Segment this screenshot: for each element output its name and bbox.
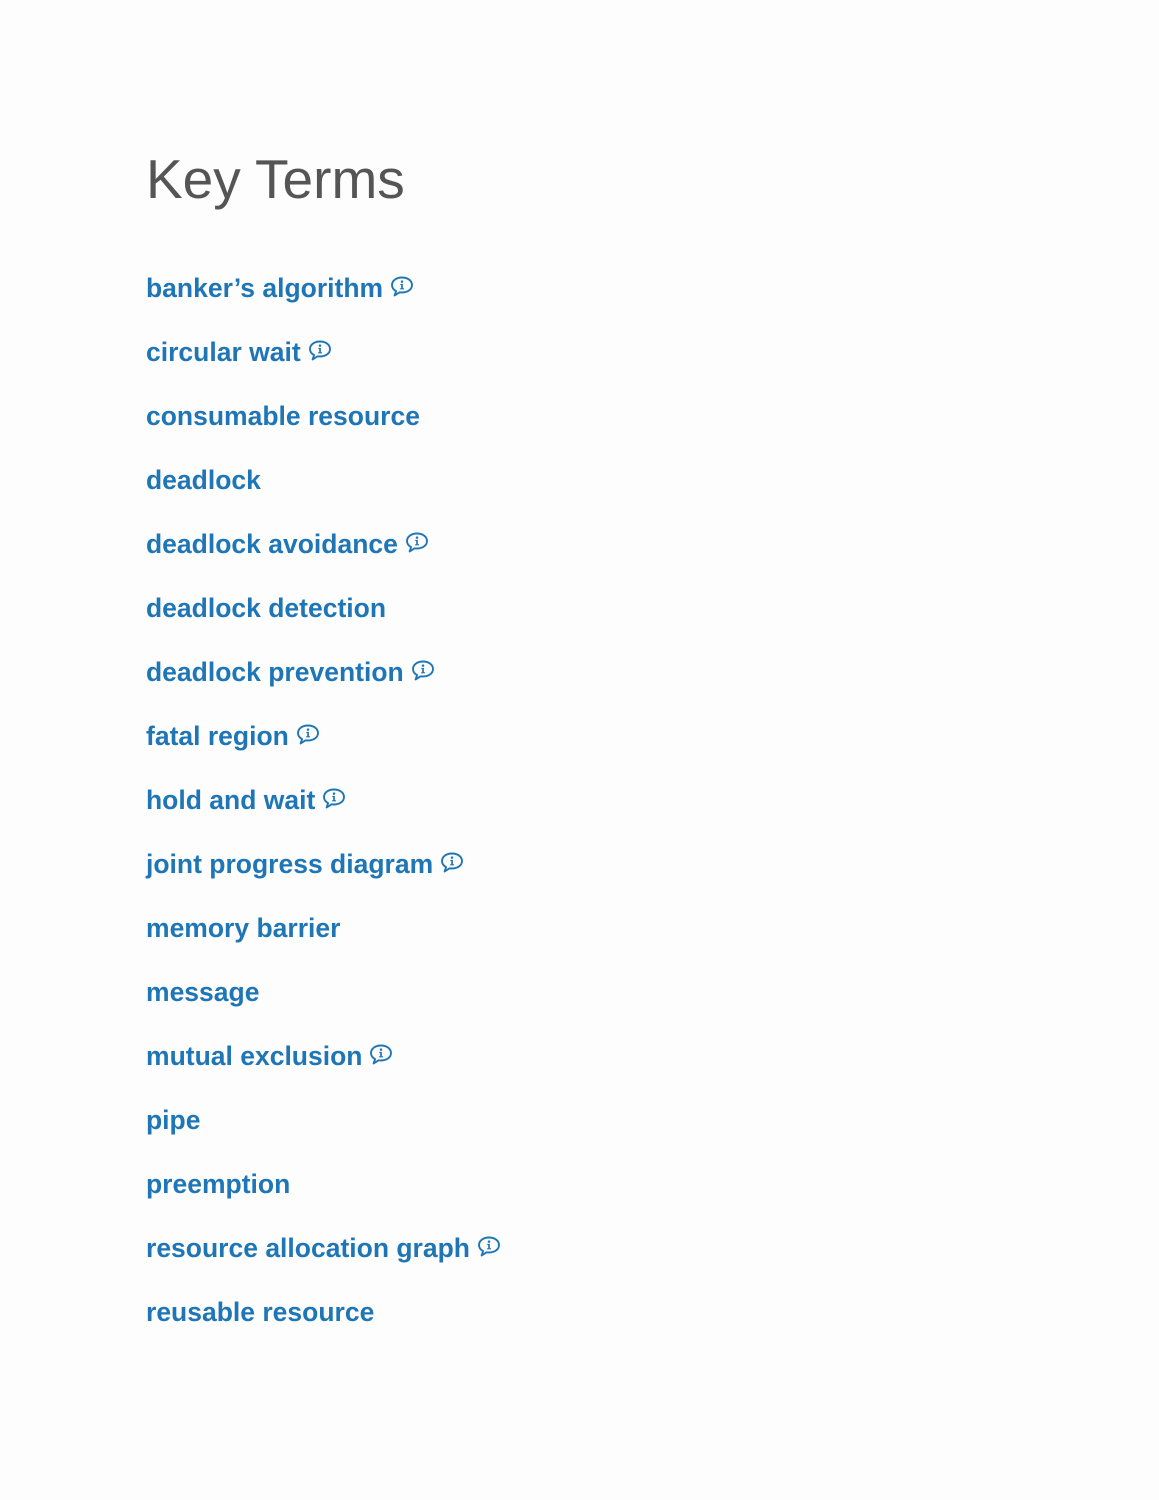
term-item-memory-barrier: memory barrier	[146, 910, 502, 974]
term-link-circular-wait[interactable]: circular wait	[146, 334, 333, 370]
term-link-reusable-resource[interactable]: reusable resource	[146, 1294, 374, 1330]
term-link-consumable-resource[interactable]: consumable resource	[146, 398, 420, 434]
term-label: deadlock	[146, 465, 261, 495]
term-item-deadlock-detection: deadlock detection	[146, 590, 502, 654]
term-link-joint-progress-diagram[interactable]: joint progress diagram	[146, 846, 465, 882]
term-item-reusable-resource: reusable resource	[146, 1294, 502, 1358]
term-link-mutual-exclusion[interactable]: mutual exclusion	[146, 1038, 394, 1074]
term-label: deadlock prevention	[146, 657, 404, 687]
term-link-hold-and-wait[interactable]: hold and wait	[146, 782, 347, 818]
term-item-banker-s-algorithm: banker’s algorithm	[146, 270, 502, 334]
term-link-resource-allocation-graph[interactable]: resource allocation graph	[146, 1230, 502, 1266]
term-label: mutual exclusion	[146, 1041, 363, 1071]
term-label: deadlock detection	[146, 593, 387, 623]
term-item-resource-allocation-graph: resource allocation graph	[146, 1230, 502, 1294]
term-item-mutual-exclusion: mutual exclusion	[146, 1038, 502, 1102]
term-item-deadlock-avoidance: deadlock avoidance	[146, 526, 502, 590]
term-item-hold-and-wait: hold and wait	[146, 782, 502, 846]
term-label: pipe	[146, 1105, 201, 1135]
term-link-pipe[interactable]: pipe	[146, 1102, 200, 1138]
term-item-message: message	[146, 974, 502, 1038]
term-label: banker’s algorithm	[146, 273, 384, 303]
term-link-fatal-region[interactable]: fatal region	[146, 718, 321, 754]
key-terms-list: banker’s algorithm circular wait consuma…	[146, 270, 502, 1358]
info-speech-bubble-icon[interactable]	[404, 531, 430, 555]
term-label: fatal region	[146, 721, 289, 751]
term-item-joint-progress-diagram: joint progress diagram	[146, 846, 502, 910]
term-label: resource allocation graph	[146, 1233, 470, 1263]
term-link-deadlock[interactable]: deadlock	[146, 462, 261, 498]
term-link-banker-s-algorithm[interactable]: banker’s algorithm	[146, 270, 415, 306]
term-label: preemption	[146, 1169, 291, 1199]
term-link-preemption[interactable]: preemption	[146, 1166, 290, 1202]
term-item-deadlock: deadlock	[146, 462, 502, 526]
term-label: joint progress diagram	[146, 849, 434, 879]
term-link-message[interactable]: message	[146, 974, 259, 1010]
info-speech-bubble-icon[interactable]	[389, 275, 415, 299]
info-speech-bubble-icon[interactable]	[439, 851, 465, 875]
term-link-deadlock-prevention[interactable]: deadlock prevention	[146, 654, 436, 690]
info-speech-bubble-icon[interactable]	[476, 1235, 502, 1259]
term-item-circular-wait: circular wait	[146, 334, 502, 398]
term-label: hold and wait	[146, 785, 316, 815]
term-link-deadlock-avoidance[interactable]: deadlock avoidance	[146, 526, 430, 562]
term-item-fatal-region: fatal region	[146, 718, 502, 782]
term-label: reusable resource	[146, 1297, 375, 1327]
term-link-memory-barrier[interactable]: memory barrier	[146, 910, 340, 946]
term-item-consumable-resource: consumable resource	[146, 398, 502, 462]
term-label: message	[146, 977, 260, 1007]
info-speech-bubble-icon[interactable]	[321, 787, 347, 811]
info-speech-bubble-icon[interactable]	[410, 659, 436, 683]
term-label: memory barrier	[146, 913, 341, 943]
page-title: Key Terms	[146, 148, 405, 210]
info-speech-bubble-icon[interactable]	[295, 723, 321, 747]
term-item-pipe: pipe	[146, 1102, 502, 1166]
term-label: consumable resource	[146, 401, 420, 431]
info-speech-bubble-icon[interactable]	[307, 339, 333, 363]
term-item-deadlock-prevention: deadlock prevention	[146, 654, 502, 718]
term-label: circular wait	[146, 337, 301, 367]
term-item-preemption: preemption	[146, 1166, 502, 1230]
term-link-deadlock-detection[interactable]: deadlock detection	[146, 590, 386, 626]
info-speech-bubble-icon[interactable]	[368, 1043, 394, 1067]
term-label: deadlock avoidance	[146, 529, 398, 559]
